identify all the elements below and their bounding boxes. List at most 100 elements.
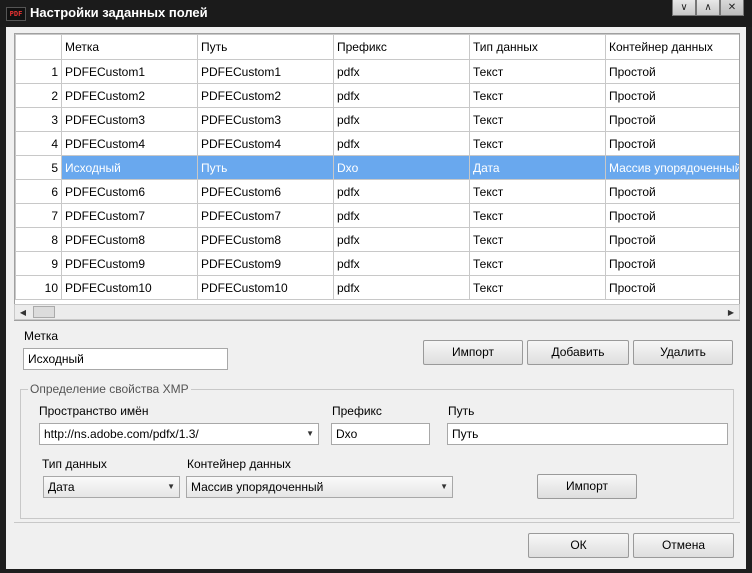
- cell-prefix[interactable]: pdfx: [333, 83, 470, 108]
- row-number[interactable]: 3: [15, 107, 62, 132]
- cell-prefix[interactable]: pdfx: [333, 131, 470, 156]
- row-number[interactable]: 5: [15, 155, 62, 180]
- scroll-left-arrow-icon[interactable]: ◀: [17, 307, 29, 318]
- cell-path[interactable]: Путь: [197, 155, 334, 180]
- table-row[interactable]: 6 PDFECustom6 PDFECustom6 pdfx Текст Простой: [15, 179, 739, 204]
- cell-label[interactable]: PDFECustom7: [61, 203, 198, 228]
- scroll-thumb[interactable]: [33, 306, 55, 318]
- table-row[interactable]: 2 PDFECustom2 PDFECustom2 pdfx Текст Простой: [15, 83, 739, 108]
- cell-container[interactable]: Простой: [605, 131, 739, 156]
- cell-container[interactable]: Простой: [605, 275, 739, 300]
- cell-datatype[interactable]: Текст: [469, 131, 606, 156]
- cell-label[interactable]: PDFECustom9: [61, 251, 198, 276]
- cell-container[interactable]: Массив упорядоченный: [605, 155, 739, 180]
- delete-button[interactable]: Удалить: [633, 340, 733, 365]
- row-number[interactable]: 10: [15, 275, 62, 300]
- row-number[interactable]: 8: [15, 227, 62, 252]
- prefix-input[interactable]: Dxo: [331, 423, 430, 445]
- minimize-button[interactable]: ∨: [672, 0, 696, 16]
- cell-label[interactable]: PDFECustom6: [61, 179, 198, 204]
- cell-container[interactable]: Простой: [605, 107, 739, 132]
- grid-header-row: Метка Путь Префикс Тип данных Контейнер …: [15, 34, 739, 60]
- cell-path[interactable]: PDFECustom10: [197, 275, 334, 300]
- cell-datatype[interactable]: Текст: [469, 107, 606, 132]
- cell-datatype[interactable]: Текст: [469, 179, 606, 204]
- cell-prefix[interactable]: pdfx: [333, 107, 470, 132]
- cell-container[interactable]: Простой: [605, 203, 739, 228]
- row-number[interactable]: 7: [15, 203, 62, 228]
- cell-prefix[interactable]: Dxo: [333, 155, 470, 180]
- add-button[interactable]: Добавить: [527, 340, 629, 365]
- cell-prefix[interactable]: pdfx: [333, 251, 470, 276]
- cell-datatype[interactable]: Текст: [469, 83, 606, 108]
- column-header-prefix[interactable]: Префикс: [333, 34, 470, 60]
- import-button[interactable]: Импорт: [423, 340, 523, 365]
- cell-prefix[interactable]: pdfx: [333, 59, 470, 84]
- cell-container[interactable]: Простой: [605, 59, 739, 84]
- cell-label[interactable]: PDFECustom2: [61, 83, 198, 108]
- xmp-import-button[interactable]: Импорт: [537, 474, 637, 499]
- cell-label[interactable]: PDFECustom8: [61, 227, 198, 252]
- table-row[interactable]: 4 PDFECustom4 PDFECustom4 pdfx Текст Простой: [15, 131, 739, 156]
- table-row[interactable]: 8 PDFECustom8 PDFECustom8 pdfx Текст Простой: [15, 227, 739, 252]
- column-header-container[interactable]: Контейнер данных: [605, 34, 739, 60]
- scroll-right-arrow-icon[interactable]: ▶: [725, 307, 737, 318]
- close-button[interactable]: ✕: [720, 0, 744, 16]
- cell-path[interactable]: PDFECustom1: [197, 59, 334, 84]
- table-row[interactable]: 1 PDFECustom1 PDFECustom1 pdfx Текст Простой: [15, 59, 739, 84]
- cell-container[interactable]: Простой: [605, 179, 739, 204]
- path-label: Путь: [448, 404, 475, 418]
- cell-prefix[interactable]: pdfx: [333, 179, 470, 204]
- window-controls: ∨ ∧ ✕: [672, 0, 744, 16]
- cell-datatype[interactable]: Текст: [469, 59, 606, 84]
- cell-path[interactable]: PDFECustom7: [197, 203, 334, 228]
- horizontal-scrollbar[interactable]: ◀ ▶: [14, 304, 740, 320]
- cell-label[interactable]: PDFECustom4: [61, 131, 198, 156]
- label-input[interactable]: Исходный: [23, 348, 228, 370]
- cell-prefix[interactable]: pdfx: [333, 227, 470, 252]
- container-combo[interactable]: Массив упорядоченный ▼: [186, 476, 453, 498]
- row-number[interactable]: 1: [15, 59, 62, 84]
- path-input[interactable]: Путь: [447, 423, 728, 445]
- table-row[interactable]: 10 PDFECustom10 PDFECustom10 pdfx Текст Прост…: [15, 275, 739, 300]
- column-header-label[interactable]: Метка: [61, 34, 198, 60]
- ok-button[interactable]: ОК: [528, 533, 629, 558]
- cell-label[interactable]: PDFECustom1: [61, 59, 198, 84]
- cell-path[interactable]: PDFECustom2: [197, 83, 334, 108]
- cell-label[interactable]: Исходный: [61, 155, 198, 180]
- column-header-path[interactable]: Путь: [197, 34, 334, 60]
- cell-container[interactable]: Простой: [605, 227, 739, 252]
- cell-datatype[interactable]: Текст: [469, 251, 606, 276]
- cell-datatype[interactable]: Текст: [469, 227, 606, 252]
- cell-datatype[interactable]: Дата: [469, 155, 606, 180]
- table-row[interactable]: 9 PDFECustom9 PDFECustom9 pdfx Текст Простой: [15, 251, 739, 276]
- cell-path[interactable]: PDFECustom8: [197, 227, 334, 252]
- cell-label[interactable]: PDFECustom3: [61, 107, 198, 132]
- table-row[interactable]: 5 Исходный Путь Dxo Дата Массив упорядоченный: [15, 155, 739, 180]
- fields-grid[interactable]: Метка Путь Префикс Тип данных Контейнер …: [14, 33, 740, 321]
- cell-path[interactable]: PDFECustom6: [197, 179, 334, 204]
- row-number[interactable]: 9: [15, 251, 62, 276]
- cell-container[interactable]: Простой: [605, 83, 739, 108]
- cell-path[interactable]: PDFECustom4: [197, 131, 334, 156]
- label-field-label: Метка: [24, 329, 59, 343]
- cell-prefix[interactable]: pdfx: [333, 203, 470, 228]
- row-number[interactable]: 2: [15, 83, 62, 108]
- container-value: Массив упорядоченный: [191, 480, 324, 494]
- cell-datatype[interactable]: Текст: [469, 203, 606, 228]
- datatype-combo[interactable]: Дата ▼: [43, 476, 180, 498]
- cell-datatype[interactable]: Текст: [469, 275, 606, 300]
- namespace-combo[interactable]: http://ns.adobe.com/pdfx/1.3/ ▼: [39, 423, 319, 445]
- cell-prefix[interactable]: pdfx: [333, 275, 470, 300]
- cell-path[interactable]: PDFECustom3: [197, 107, 334, 132]
- cancel-button[interactable]: Отмена: [633, 533, 734, 558]
- cell-path[interactable]: PDFECustom9: [197, 251, 334, 276]
- table-row[interactable]: 3 PDFECustom3 PDFECustom3 pdfx Текст Простой: [15, 107, 739, 132]
- maximize-button[interactable]: ∧: [696, 0, 720, 16]
- row-number[interactable]: 6: [15, 179, 62, 204]
- cell-container[interactable]: Простой: [605, 251, 739, 276]
- column-header-datatype[interactable]: Тип данных: [469, 34, 606, 60]
- cell-label[interactable]: PDFECustom10: [61, 275, 198, 300]
- table-row[interactable]: 7 PDFECustom7 PDFECustom7 pdfx Текст Простой: [15, 203, 739, 228]
- row-number[interactable]: 4: [15, 131, 62, 156]
